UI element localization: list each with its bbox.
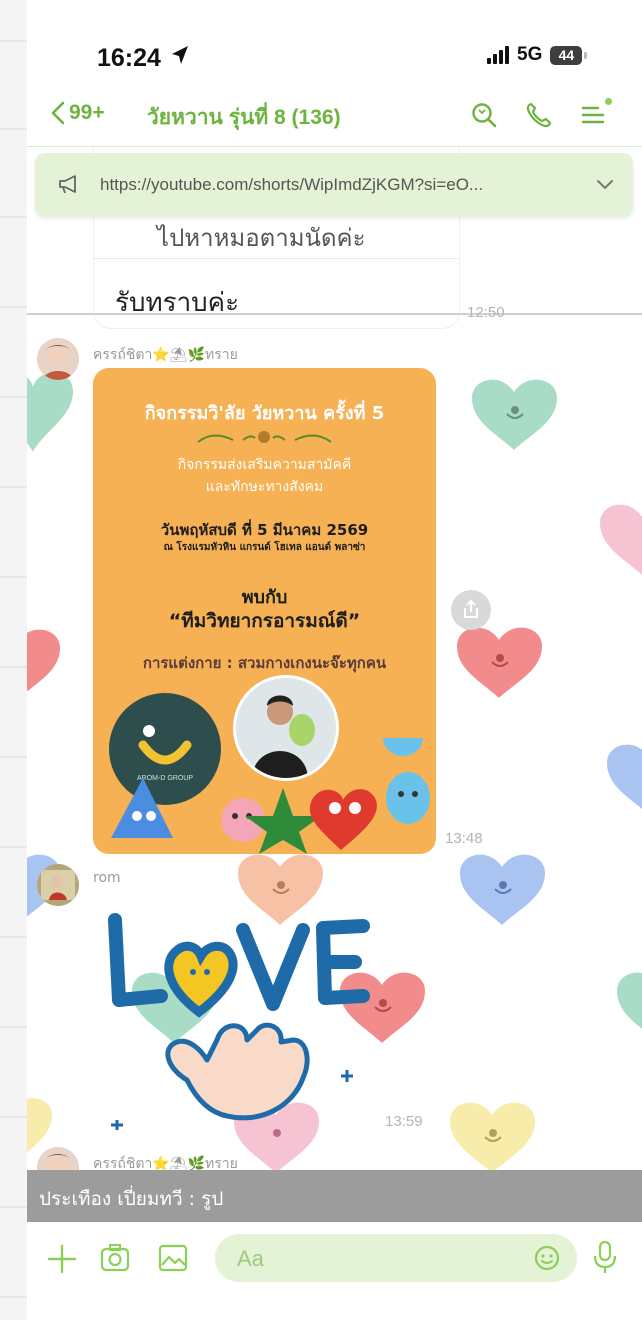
battery-icon: 44: [550, 45, 588, 65]
heart-wallpaper-icon: [472, 379, 557, 450]
avatar-photo-icon: [37, 338, 79, 380]
poster-subtitle: และทักษะทางสังคม: [205, 479, 324, 495]
chat-messages[interactable]: ไปหาหมอตามนัดค่ะ รับทราบค่ะ 12:50 ครรถ์ช…: [27, 147, 642, 1170]
chat-header: 99+ วัยหวาน รุ่นที่ 8 (136): [27, 95, 642, 143]
location-arrow-icon: [172, 46, 188, 64]
heart-wallpaper-icon: [450, 1102, 535, 1170]
poster-venue: ณ โรงแรมหัวหิน แกรนด์ โฮเทล แอนด์ พลาซ่า: [163, 542, 366, 553]
cartoon-characters: [111, 738, 430, 854]
previous-message-divider: [93, 258, 458, 259]
announcement-banner[interactable]: https://youtube.com/shorts/WipImdZjKGM?s…: [35, 153, 633, 217]
sender-name: rom: [93, 870, 121, 886]
plus-icon[interactable]: [47, 1244, 77, 1274]
phone-screen: 16:24 5G 44 99+ วัยหวาน รุ่นที่ 8 (136): [27, 0, 642, 1320]
previous-message-line1: ไปหาหมอตามนัดค่ะ: [157, 224, 366, 252]
share-icon: [464, 599, 478, 618]
back-button[interactable]: 99+: [51, 101, 105, 125]
poster-title: กิจกรรมวิ'ลัย วัยหวาน ครั้งที่ 5: [144, 403, 385, 424]
heart-wallpaper-icon: [460, 854, 545, 925]
status-indicators: 5G 44: [487, 44, 588, 66]
poster-team: “ทีมวิทยากรอารมณ์ดี”: [168, 610, 361, 632]
avatar[interactable]: [37, 338, 79, 380]
camera-icon[interactable]: [100, 1243, 130, 1273]
image-message[interactable]: กิจกรรมวิ'ลัย วัยหวาน ครั้งที่ 5 กิจกรรม…: [93, 368, 436, 854]
notification-dot: [605, 98, 612, 105]
network-type: 5G: [517, 44, 543, 65]
poster-dress-code: การแต่งกาย : สวมกางเกงนะจ๊ะทุกคน: [142, 654, 387, 672]
previous-message-line2: รับทราบค่ะ: [115, 288, 240, 318]
poster-date: วันพฤหัสบดี ที่ 5 มีนาคม 2569: [160, 521, 369, 539]
share-button[interactable]: [451, 590, 491, 630]
heart-wallpaper-icon: [27, 372, 73, 452]
microphone-icon[interactable]: [592, 1240, 618, 1276]
message-input-bar: [27, 1222, 642, 1320]
poster-subtitle: กิจกรรมส่งเสริมความสามัคคี: [177, 457, 352, 473]
message-input[interactable]: [235, 1240, 529, 1278]
sender-name: ครรถ์ชิตา⭐⛱🌿ทราย: [93, 1156, 238, 1170]
preview-overlay: ประเทือง เปี่ยมทวี : รูป: [27, 1170, 642, 1222]
sender-name: ครรถ์ชิตา⭐⛱🌿ทราย: [93, 347, 238, 363]
chevron-down-icon[interactable]: [596, 178, 614, 190]
chat-title[interactable]: วัยหวาน รุ่นที่ 8 (136): [147, 101, 341, 134]
heart-wallpaper-icon: [457, 627, 542, 698]
sticker-message[interactable]: [97, 900, 397, 1155]
background-page-edge: [0, 0, 27, 1320]
megaphone-icon: [59, 175, 76, 194]
heart-wallpaper-icon: [617, 972, 642, 1029]
phone-icon[interactable]: [525, 101, 553, 129]
message-time: 13:59: [385, 1113, 423, 1130]
heart-wallpaper-icon: [27, 629, 60, 692]
preview-overlay-text: ประเทือง เปี่ยมทวี : รูป: [39, 1188, 224, 1210]
battery-level: 44: [558, 47, 575, 63]
ornament-icon: [197, 431, 332, 443]
signal-icon: [487, 46, 509, 64]
chevron-left-icon: [51, 101, 65, 125]
love-hand-sticker-icon: [108, 913, 370, 1130]
avatar-photo-icon: [37, 864, 79, 906]
message-input-field[interactable]: [215, 1234, 577, 1282]
menu-icon[interactable]: [580, 101, 606, 127]
heart-wallpaper-icon: [607, 744, 642, 809]
message-time: 13:48: [445, 830, 483, 847]
announcement-text: https://youtube.com/shorts/WipImdZjKGM?s…: [100, 175, 484, 194]
date-rule: [27, 313, 642, 315]
unread-count: 99+: [69, 101, 105, 124]
image-icon[interactable]: [158, 1243, 188, 1273]
search-icon[interactable]: [470, 101, 498, 129]
heart-wallpaper-icon: [600, 504, 642, 575]
emoji-icon[interactable]: [533, 1244, 561, 1272]
message-time: 12:50: [467, 304, 505, 321]
avatar[interactable]: [37, 864, 79, 906]
status-time: 16:24: [97, 44, 161, 72]
